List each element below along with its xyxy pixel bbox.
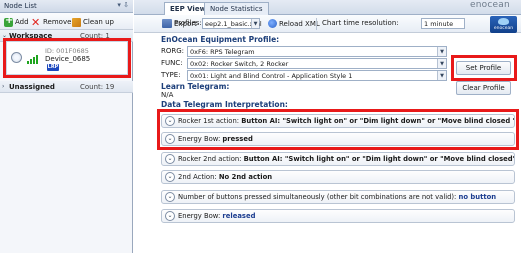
clear-profile-button[interactable]: Clear Profile xyxy=(456,81,511,95)
expand-icon[interactable]: › xyxy=(0,83,9,90)
func-label: FUNC: xyxy=(161,59,183,67)
broom-icon xyxy=(72,17,81,27)
enocean-brand-logo: enocean xyxy=(490,16,517,33)
enocean-logo-text: enocean xyxy=(470,0,510,10)
add-label: Add xyxy=(15,18,29,26)
interpretation-value: pressed xyxy=(222,135,253,143)
interpretation-prefix: 2nd Action: xyxy=(178,173,219,181)
type-label: TYPE: xyxy=(161,71,181,79)
tab-bar: EEP View Node Statistics xyxy=(134,0,521,16)
device-name: Device_0685 xyxy=(45,55,91,63)
add-icon xyxy=(4,15,13,27)
group-count: Count: 19 xyxy=(80,82,115,91)
chevron-down-icon[interactable]: ⌄ xyxy=(165,172,175,182)
interpretation-row[interactable]: ⌄ Number of buttons pressed simultaneous… xyxy=(161,190,515,204)
collapse-icon[interactable]: ⌄ xyxy=(0,32,9,39)
group-unassigned[interactable]: › Unassigned Count: 19 xyxy=(0,81,133,93)
reload-label: Reload XML xyxy=(279,19,320,28)
remove-label: Remove xyxy=(43,18,72,26)
chevron-down-icon[interactable]: ⌄ xyxy=(165,192,175,202)
interpretation-row[interactable]: ⌄ Energy Bow: pressed xyxy=(161,132,515,146)
learn-telegram-value: N/A xyxy=(161,91,174,99)
interpretation-row[interactable]: ⌄ Energy Bow: released xyxy=(161,209,515,223)
add-button[interactable]: Add xyxy=(4,15,29,28)
interpretation-row[interactable]: ⌄ Rocker 1st action: Button AI: "Switch … xyxy=(161,114,515,128)
reload-xml-button[interactable]: Reload XML xyxy=(268,19,320,28)
interpretation-value: Button AI: "Switch light on" or "Dim lig… xyxy=(243,155,515,163)
set-profile-button[interactable]: Set Profile xyxy=(456,61,511,75)
interpretation-prefix: Rocker 1st action: xyxy=(178,117,242,125)
group-name: Unassigned xyxy=(9,82,55,91)
interpretation-prefix: Energy Bow: xyxy=(178,135,223,143)
chevron-down-icon[interactable]: ⌄ xyxy=(165,134,175,144)
reload-icon xyxy=(268,19,277,28)
signal-strength-icon xyxy=(27,54,41,64)
chevron-down-icon[interactable]: ⌄ xyxy=(165,116,175,126)
clean-up-label: Clean up xyxy=(83,18,114,26)
chevron-down-icon: ▼ xyxy=(251,19,259,28)
data-telegram-heading: Data Telegram Interpretation: xyxy=(161,100,288,109)
chevron-down-icon: ▼ xyxy=(437,59,446,68)
func-value: 0x02: Rocker Switch, 2 Rocker xyxy=(190,60,289,68)
node-list-title: Node List xyxy=(4,2,37,10)
tab-node-statistics[interactable]: Node Statistics xyxy=(204,2,269,15)
interpretation-value: No 2nd action xyxy=(218,173,273,181)
resolution-label: Chart time resolution: xyxy=(322,19,399,27)
resolution-select[interactable]: 1 minute xyxy=(421,18,465,29)
type-select[interactable]: 0x01: Light and Blind Control - Applicat… xyxy=(187,70,447,81)
pin-icon[interactable]: ▾ ⇩ xyxy=(117,1,129,9)
interpretation-value: Button AI: "Switch light on" or "Dim lig… xyxy=(241,117,515,125)
profile-select[interactable]: eep2.1_basic.xml ▼ xyxy=(202,18,262,29)
node-list-toolbar: Add ✕ Remove Clean up xyxy=(0,13,133,30)
learn-telegram-heading: Learn Telegram: xyxy=(161,82,230,91)
eep-toolbar: Export Profiles: eep2.1_basic.xml ▼ Relo… xyxy=(134,15,521,33)
clean-up-button[interactable]: Clean up xyxy=(72,16,114,28)
interpretation-value: released xyxy=(222,212,256,220)
eep-profile-heading: EnOcean Equipment Profile: xyxy=(161,35,280,44)
device-item[interactable]: ID: 001F0685 Device_0685 LRP xyxy=(6,41,128,75)
rorg-value: 0xF6: RPS Telegram xyxy=(190,48,255,56)
interpretation-row[interactable]: ⌄ 2nd Action: No 2nd action xyxy=(161,170,515,184)
chevron-down-icon[interactable]: ⌄ xyxy=(165,211,175,221)
device-select-radio[interactable] xyxy=(11,52,22,63)
rorg-label: RORG: xyxy=(161,47,185,55)
type-value: 0x01: Light and Blind Control - Applicat… xyxy=(190,72,353,80)
toolbar-divider xyxy=(316,18,317,30)
chevron-down-icon: ▼ xyxy=(437,71,446,80)
remove-button[interactable]: ✕ Remove xyxy=(31,16,71,28)
interpretation-prefix: Rocker 2nd action: xyxy=(178,155,244,163)
node-list-title-bar: Node List ▾ ⇩ xyxy=(0,0,133,13)
interpretation-value: no button xyxy=(458,193,497,201)
group-name: Workspace xyxy=(9,31,53,40)
group-count: Count: 1 xyxy=(80,31,110,40)
device-id: ID: 001F0685 xyxy=(45,47,89,55)
func-select[interactable]: 0x02: Rocker Switch, 2 Rocker ▼ xyxy=(187,58,447,69)
rorg-select[interactable]: 0xF6: RPS Telegram ▼ xyxy=(187,46,447,57)
profiles-text: Profiles: xyxy=(174,19,202,27)
chevron-down-icon[interactable]: ⌄ xyxy=(165,154,175,164)
resolution-value: 1 minute xyxy=(424,20,454,28)
interpretation-prefix: Energy Bow: xyxy=(178,212,223,220)
chevron-down-icon: ▼ xyxy=(437,47,446,56)
interpretation-prefix: Number of buttons pressed simultaneously… xyxy=(178,193,459,201)
interpretation-row[interactable]: ⌄ Rocker 2nd action: Button AI: "Switch … xyxy=(161,152,515,166)
remove-icon: ✕ xyxy=(31,15,41,29)
device-badge: LRP xyxy=(47,64,59,71)
export-icon xyxy=(162,19,172,28)
